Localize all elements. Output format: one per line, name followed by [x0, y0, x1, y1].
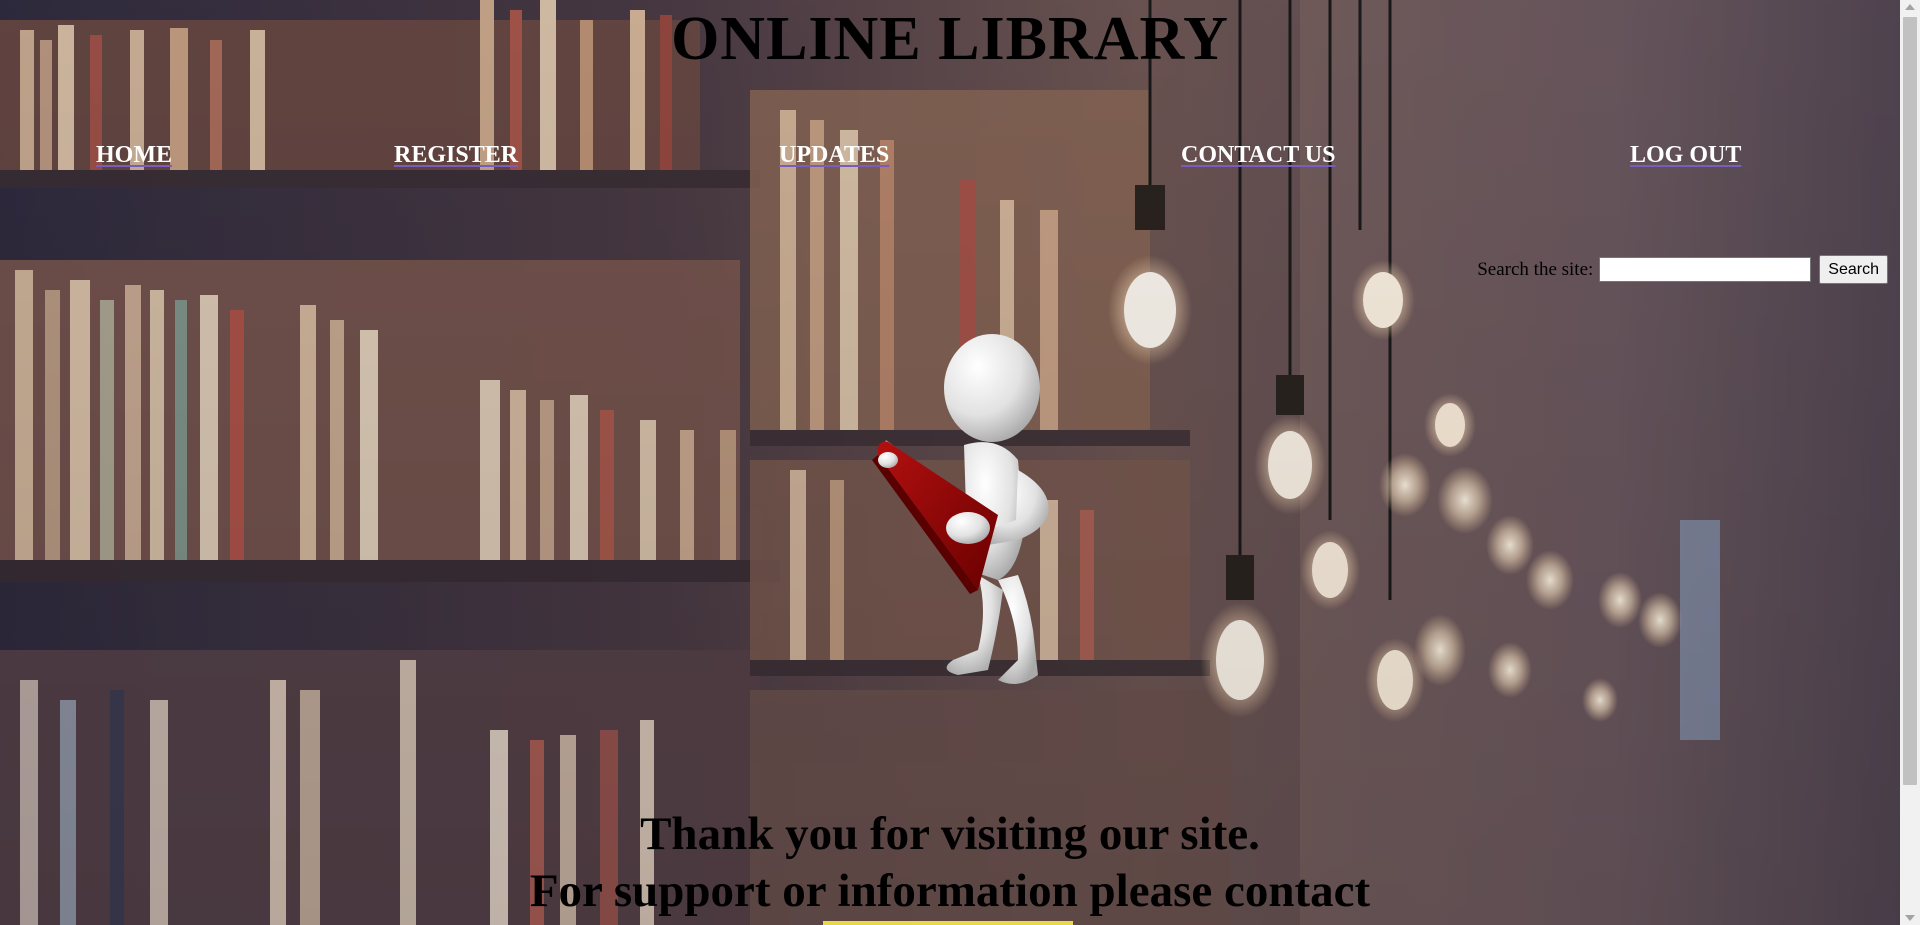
scroll-down-arrow-icon[interactable]: [1905, 915, 1915, 921]
search-button[interactable]: Search: [1819, 255, 1888, 284]
reading-figure-image: [872, 334, 1049, 684]
nav-updates-link[interactable]: UPDATES: [779, 142, 889, 169]
scroll-up-arrow-icon[interactable]: [1905, 4, 1915, 10]
nav-log-out-link[interactable]: LOG OUT: [1630, 142, 1741, 169]
nav-contact-us-link[interactable]: CONTACT US: [1181, 142, 1335, 169]
search-input[interactable]: [1599, 257, 1812, 282]
vertical-scrollbar[interactable]: [1900, 0, 1920, 925]
thank-you-message: Thank you for visiting our site. For sup…: [0, 806, 1900, 920]
page-title: ONLINE LIBRARY: [671, 5, 1229, 73]
nav-home-link[interactable]: HOME: [96, 142, 172, 169]
page-viewport: ONLINE LIBRARY HOME REGISTER UPDATES CON…: [0, 0, 1900, 925]
main-nav: HOME REGISTER UPDATES CONTACT US LOG OUT: [0, 142, 1900, 176]
search-label: Search the site:: [1477, 258, 1594, 280]
site-search-form: Search the site: Search: [1477, 255, 1888, 284]
nav-register-link[interactable]: REGISTER: [394, 142, 518, 169]
thank-you-line: Thank you for visiting our site.: [640, 808, 1260, 860]
support-contact-line: For support or information please contac…: [529, 865, 1371, 917]
scrollbar-thumb[interactable]: [1903, 17, 1917, 785]
contact-highlight-bar: [823, 921, 1073, 925]
